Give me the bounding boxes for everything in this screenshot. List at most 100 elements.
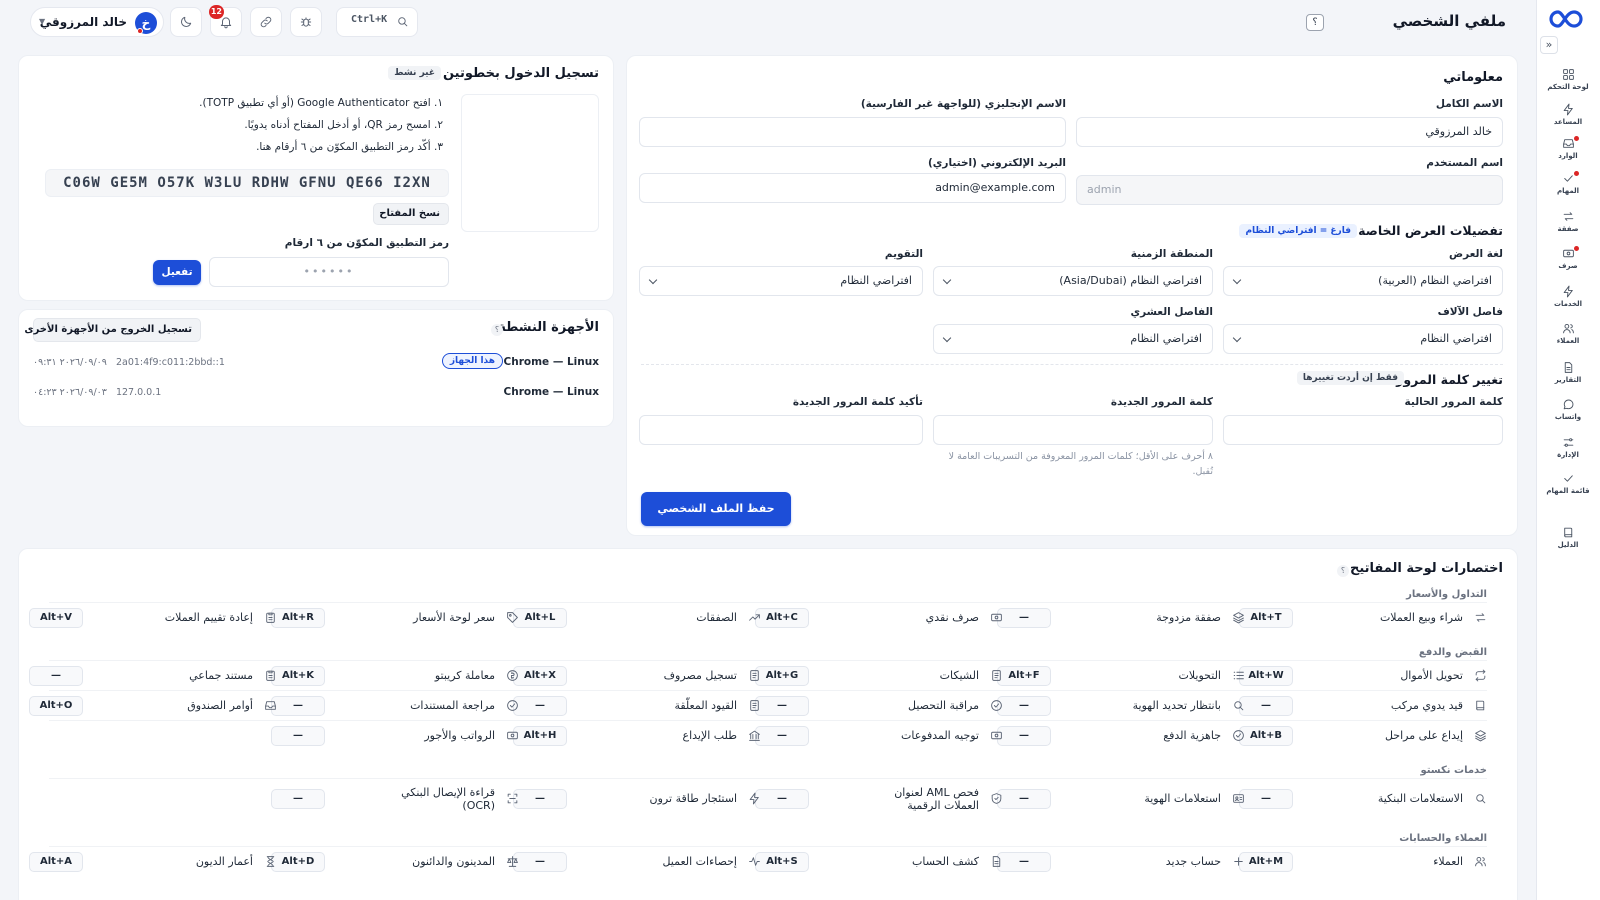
new-password-input[interactable] <box>933 415 1213 445</box>
shortcut-item[interactable]: مراجعة المستندات — <box>271 693 519 719</box>
shortcut-item[interactable]: الشيكات Alt+G <box>755 663 1003 689</box>
username-input[interactable]: admin <box>1076 175 1503 205</box>
copy-key-button[interactable]: نسخ المفتاح <box>373 203 449 225</box>
shortcut-item[interactable]: أعمار الديون Alt+A <box>29 849 277 875</box>
debug-button[interactable] <box>290 7 322 37</box>
shortcut-item[interactable]: حساب جديد — <box>997 849 1245 875</box>
save-profile-button[interactable]: حفظ الملف الشخصي <box>641 492 791 526</box>
full-name-input[interactable]: خالد المرزوقي <box>1076 117 1503 147</box>
shortcut-item[interactable]: بانتظار تحديد الهوية — <box>997 693 1245 719</box>
shortcut-item[interactable]: جاهزية الدفع — <box>997 723 1245 749</box>
decimal-separator-select[interactable]: افتراضي النظام <box>933 324 1213 354</box>
search-button[interactable]: Ctrl+K <box>336 7 418 37</box>
calendar-select[interactable]: افتراضي النظام <box>639 266 923 296</box>
shortcut-item[interactable]: تسجيل مصروف Alt+X <box>513 663 761 689</box>
logout-other-devices-button[interactable]: تسجيل الخروج من الأجهزة الأخرى <box>24 318 201 342</box>
confirm-password-input[interactable] <box>639 415 923 445</box>
sidebar-item[interactable]: الوارد <box>1536 136 1600 167</box>
shortcut-key: Alt+O <box>29 696 83 716</box>
link-icon <box>259 15 273 29</box>
decimal-separator-label: الفاصل العشري <box>1130 306 1213 318</box>
shortcut-key: Alt+D <box>271 852 325 872</box>
english-name-input[interactable] <box>639 117 1066 147</box>
sidebar-item[interactable]: العملاء <box>1536 322 1600 352</box>
shortcut-item[interactable]: قيد يدوي مركب — <box>1239 693 1487 719</box>
shortcut-group-title: القبض والدفع <box>1418 647 1487 658</box>
shortcut-item[interactable]: صفقة مزدوجة — <box>997 605 1245 631</box>
layers-icon <box>1474 729 1487 742</box>
notifications-button[interactable]: 12 <box>208 5 242 37</box>
sidebar-item[interactable]: الدليل <box>1536 526 1600 556</box>
sidebar-item[interactable]: المهام <box>1536 171 1600 202</box>
shortcut-label: تحويل الأموال <box>1400 669 1463 682</box>
shortcut-item[interactable]: طلب الإيداع Alt+H <box>513 723 761 749</box>
sidebar-item[interactable]: المساعد <box>1536 103 1600 133</box>
shortcut-group-title: خدمات نكستو <box>1420 765 1487 776</box>
row-divider <box>49 846 1487 847</box>
shortcut-key: — <box>271 726 325 746</box>
shortcut-item[interactable]: الصفقات Alt+L <box>513 605 761 631</box>
shortcut-key: — <box>513 696 567 716</box>
theme-toggle-button[interactable] <box>170 7 202 37</box>
sidebar-item[interactable]: صرف <box>1536 246 1600 277</box>
shortcut-item[interactable]: استئجار طاقة ترون — <box>513 786 761 812</box>
shortcut-item[interactable]: تحويل الأموال Alt+W <box>1239 663 1487 689</box>
device-row: Chrome — Linux ٢٠٢٦/٠٩/٠٣ ٠٤:٢٣ 127.0.0.… <box>33 380 599 408</box>
inbox-icon <box>264 699 277 712</box>
shortcut-item[interactable]: شراء وبيع العملات Alt+T <box>1239 605 1487 631</box>
shortcut-key: Alt+M <box>1239 852 1293 872</box>
shortcut-item[interactable]: الرواتب والأجور — <box>271 723 519 749</box>
code-input[interactable]: •••••• <box>209 257 449 287</box>
help-icon[interactable]: ؟ <box>1306 14 1324 31</box>
shortcut-item[interactable]: قراءة الإيصال البنكي (OCR) — <box>271 786 519 812</box>
shortcut-label: القيود المعلّقة <box>674 699 737 712</box>
two-factor-step-2: ٢. امسح رمز QR، أو أدخل المفتاح أدناه يد… <box>244 119 443 131</box>
sidebar-item[interactable]: الإدارة <box>1536 436 1600 466</box>
shortcut-item[interactable]: إحصاءات العميل — <box>513 849 761 875</box>
shortcut-item[interactable]: استعلامات الهوية — <box>997 786 1245 812</box>
shortcut-item[interactable]: معاملة كريبتو Alt+K <box>271 663 519 689</box>
shortcut-key: — <box>997 696 1051 716</box>
shortcut-item[interactable]: المدينون والدائنون Alt+D <box>271 849 519 875</box>
sidebar-item[interactable]: قائمة المهام <box>1536 472 1600 502</box>
shortcut-item[interactable]: كشف الحساب Alt+S <box>755 849 1003 875</box>
shortcut-item[interactable]: الاستعلامات البنكية — <box>1239 786 1487 812</box>
shortcut-item[interactable]: صرف نقدي Alt+C <box>755 605 1003 631</box>
sidebar-item[interactable]: لوحة التحكم <box>1536 68 1600 98</box>
links-button[interactable] <box>250 7 282 37</box>
shortcut-label: قيد يدوي مركب <box>1390 699 1463 712</box>
shortcut-item[interactable]: فحص AML لعنوان العملات الرقمية — <box>755 786 1003 812</box>
sidebar-item-label: صفقة <box>1557 225 1579 233</box>
shortcut-item[interactable]: مستند جماعي — <box>29 663 277 689</box>
shortcut-item[interactable]: العملاء Alt+M <box>1239 849 1487 875</box>
sidebar-item[interactable]: الخدمات <box>1536 285 1600 315</box>
shortcut-item[interactable]: إيداع على مراحل Alt+B <box>1239 723 1487 749</box>
sidebar-item[interactable]: التقارير <box>1536 361 1600 391</box>
list-icon <box>1232 669 1245 682</box>
new-password-label: كلمة المرور الجديدة <box>1110 396 1213 408</box>
shortcut-label: مراجعة المستندات <box>410 699 495 712</box>
sidebar-item[interactable]: واتساب <box>1536 398 1600 428</box>
shortcut-item[interactable]: التحويلات Alt+F <box>997 663 1245 689</box>
shortcut-item[interactable]: القيود المعلّقة — <box>513 693 761 719</box>
collapse-sidebar-button[interactable]: « <box>1540 36 1558 54</box>
sidebar-item[interactable]: صفقة <box>1536 210 1600 240</box>
scan-icon <box>506 792 519 805</box>
shortcut-item[interactable]: إعادة تقييم العملات Alt+V <box>29 605 277 631</box>
shortcut-item[interactable]: توجيه المدفوعات — <box>755 723 1003 749</box>
shortcut-key: — <box>513 789 567 809</box>
shortcut-item[interactable]: مراقبة التحصيل — <box>755 693 1003 719</box>
display-language-select[interactable]: افتراضي النظام (العربية) <box>1223 266 1503 296</box>
doc-icon <box>748 669 761 682</box>
shortcut-key: Alt+R <box>271 608 325 628</box>
shortcut-item[interactable]: سعر لوحة الأسعار Alt+R <box>271 605 519 631</box>
timezone-select[interactable]: افتراضي النظام (Asia/Dubai) <box>933 266 1213 296</box>
user-menu[interactable]: خ خالد المرزوقي ▼ <box>30 7 164 37</box>
thousands-separator-select[interactable]: افتراضي النظام <box>1223 324 1503 354</box>
check-circle-icon <box>506 699 519 712</box>
english-name-label: الاسم الإنجليزي (للواجهة غير الفارسية) <box>860 98 1066 110</box>
shortcut-item[interactable]: أوامر الصندوق Alt+O <box>29 693 277 719</box>
activate-two-factor-button[interactable]: تفعيل <box>153 260 201 285</box>
current-password-input[interactable] <box>1223 415 1503 445</box>
email-input[interactable]: admin@example.com <box>639 173 1066 203</box>
